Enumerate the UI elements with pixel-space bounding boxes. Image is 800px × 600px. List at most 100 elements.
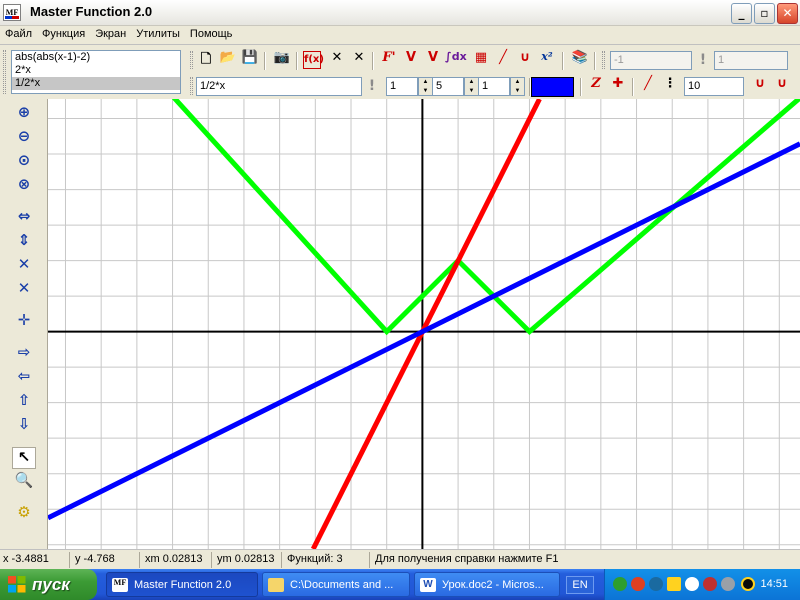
security-icon[interactable]: [703, 577, 717, 591]
save-icon[interactable]: 💾: [240, 50, 260, 70]
close-button[interactable]: ✕: [777, 3, 798, 24]
app-tray-icon[interactable]: [649, 577, 663, 591]
spin3-input[interactable]: 1: [478, 77, 510, 96]
derivative-icon[interactable]: F': [379, 50, 399, 70]
settings-gear-icon[interactable]: ⚙: [12, 503, 36, 525]
toolbar-grip[interactable]: [190, 51, 193, 69]
separator: [372, 52, 374, 70]
separator: [562, 52, 564, 70]
segment-icon[interactable]: ╱: [638, 76, 658, 96]
zoom-reset-icon[interactable]: ⊙: [12, 151, 36, 173]
minimize-button[interactable]: _: [731, 3, 752, 24]
status-xm: xm 0.02813: [142, 552, 212, 568]
expand-vertical-icon[interactable]: ✕: [12, 279, 36, 301]
table-icon[interactable]: ▦: [471, 50, 491, 70]
param-b-field[interactable]: 1: [714, 51, 788, 70]
expand-horizontal-icon[interactable]: ✕: [12, 255, 36, 277]
window-title: Master Function 2.0: [30, 4, 153, 19]
windows-logo-icon: [8, 576, 26, 593]
shrink-vertical-icon[interactable]: ⇕: [12, 231, 36, 253]
menu-help[interactable]: Помощь: [185, 26, 238, 44]
zoom-fit-icon[interactable]: ⊗: [12, 175, 36, 197]
delete-all-icon[interactable]: ✕: [349, 50, 369, 70]
v-shape-icon[interactable]: V: [401, 50, 421, 70]
function-item[interactable]: abs(abs(x-1)-2): [12, 51, 180, 64]
open-folder-icon[interactable]: 📂: [218, 50, 238, 70]
spin2-input[interactable]: 5: [432, 77, 464, 96]
spin2-stepper[interactable]: ▲ ▼: [464, 77, 479, 96]
function-item[interactable]: 2*x: [12, 64, 180, 77]
line-icon[interactable]: ╱: [493, 50, 513, 70]
system-tray: 14:51: [604, 569, 800, 600]
exclamation-icon[interactable]: !: [367, 78, 377, 94]
media-icon[interactable]: [741, 577, 755, 591]
new-file-icon[interactable]: 🗋: [196, 50, 216, 70]
param-a-field[interactable]: -1: [610, 51, 692, 70]
fx-icon[interactable]: f(x): [303, 51, 324, 69]
function-list[interactable]: abs(abs(x-1)-2) 2*x 1/2*x: [11, 50, 181, 94]
cup-icon[interactable]: ∪: [750, 76, 770, 96]
separator: [594, 52, 596, 70]
update-icon[interactable]: [685, 577, 699, 591]
volume-icon[interactable]: [721, 577, 735, 591]
zoom-out-icon[interactable]: ⊖: [12, 127, 36, 149]
camera-icon[interactable]: 📷: [272, 50, 292, 70]
status-bar: x -3.4881 y -4.768 xm 0.02813 ym 0.02813…: [0, 549, 800, 569]
toolbar-grip[interactable]: [190, 77, 193, 95]
graph-canvas[interactable]: [48, 99, 800, 549]
z-order-icon[interactable]: Z: [586, 76, 606, 96]
task-word[interactable]: W Урок.doc2 - Micros...: [414, 572, 560, 597]
view-tools-column: ⊕ ⊖ ⊙ ⊗ ⇔ ⇕ ✕ ✕ ✛ ⇨ ⇦ ⇧ ⇩ ↖ 🔍 ⚙: [0, 99, 48, 549]
separator: [264, 52, 266, 70]
v-shape-2-icon[interactable]: V: [423, 50, 443, 70]
shrink-horizontal-icon[interactable]: ⇔: [12, 207, 36, 229]
integral-icon[interactable]: ∫dx: [445, 50, 467, 70]
pin-icon[interactable]: ✚: [608, 76, 628, 96]
move-left-icon[interactable]: ⇦: [12, 367, 36, 389]
spin1-stepper[interactable]: ▲ ▼: [418, 77, 433, 96]
zoom-in-icon[interactable]: ⊕: [12, 103, 36, 125]
move-down-icon[interactable]: ⇩: [12, 415, 36, 437]
menu-screen[interactable]: Экран: [90, 26, 131, 44]
menu-file[interactable]: Файл: [0, 26, 37, 44]
dotted-line-icon[interactable]: ⋮: [660, 76, 680, 96]
toolbar-grip[interactable]: [3, 50, 6, 94]
title-bar[interactable]: MF Master Function 2.0 _ ▫ ✕: [0, 0, 800, 26]
language-indicator[interactable]: EN: [566, 576, 594, 594]
task-master-function[interactable]: MF Master Function 2.0: [106, 572, 258, 597]
function-item-selected[interactable]: 1/2*x: [12, 77, 180, 90]
app-icon[interactable]: MF: [3, 4, 21, 21]
move-up-icon[interactable]: ⇧: [12, 391, 36, 413]
separator: [580, 78, 582, 96]
cup-2-icon[interactable]: ∪: [772, 76, 792, 96]
display-icon[interactable]: [667, 577, 681, 591]
master-function-icon: MF: [112, 578, 128, 592]
delete-icon[interactable]: ✕: [327, 50, 347, 70]
task-label: Урок.doc2 - Micros...: [442, 579, 544, 591]
spin3-stepper[interactable]: ▲ ▼: [510, 77, 525, 96]
center-origin-icon[interactable]: ✛: [12, 311, 36, 333]
exclamation-icon[interactable]: !: [698, 52, 708, 68]
menu-function[interactable]: Функция: [37, 26, 90, 44]
maximize-button[interactable]: ▫: [754, 3, 775, 24]
line-color-swatch[interactable]: [531, 77, 574, 97]
task-label: Master Function 2.0: [134, 579, 232, 591]
point-count-input[interactable]: 10: [684, 77, 744, 96]
parabola-icon[interactable]: ∪: [515, 50, 535, 70]
move-right-icon[interactable]: ⇨: [12, 343, 36, 365]
magnifier-icon[interactable]: 🔍: [12, 471, 36, 493]
task-explorer[interactable]: C:\Documents and ...: [262, 572, 410, 597]
status-ym: ym 0.02813: [214, 552, 282, 568]
book-icon[interactable]: 📚: [570, 50, 590, 70]
square-icon[interactable]: x²: [537, 50, 557, 70]
network-icon[interactable]: [613, 577, 627, 591]
graph-area[interactable]: [48, 99, 800, 549]
main-toolbar: 🗋 📂 💾 📷 f(x) ✕ ✕ F' V V ∫dx ▦ ╱ ∪ x² 📚 -…: [190, 50, 800, 72]
chrome-icon[interactable]: [631, 577, 645, 591]
pointer-icon[interactable]: ↖: [12, 447, 36, 469]
expression-input[interactable]: 1/2*x: [196, 77, 362, 96]
start-button[interactable]: пуск: [0, 569, 97, 600]
toolbar-grip[interactable]: [602, 51, 605, 69]
menu-utilities[interactable]: Утилиты: [131, 26, 185, 44]
spin1-input[interactable]: 1: [386, 77, 418, 96]
